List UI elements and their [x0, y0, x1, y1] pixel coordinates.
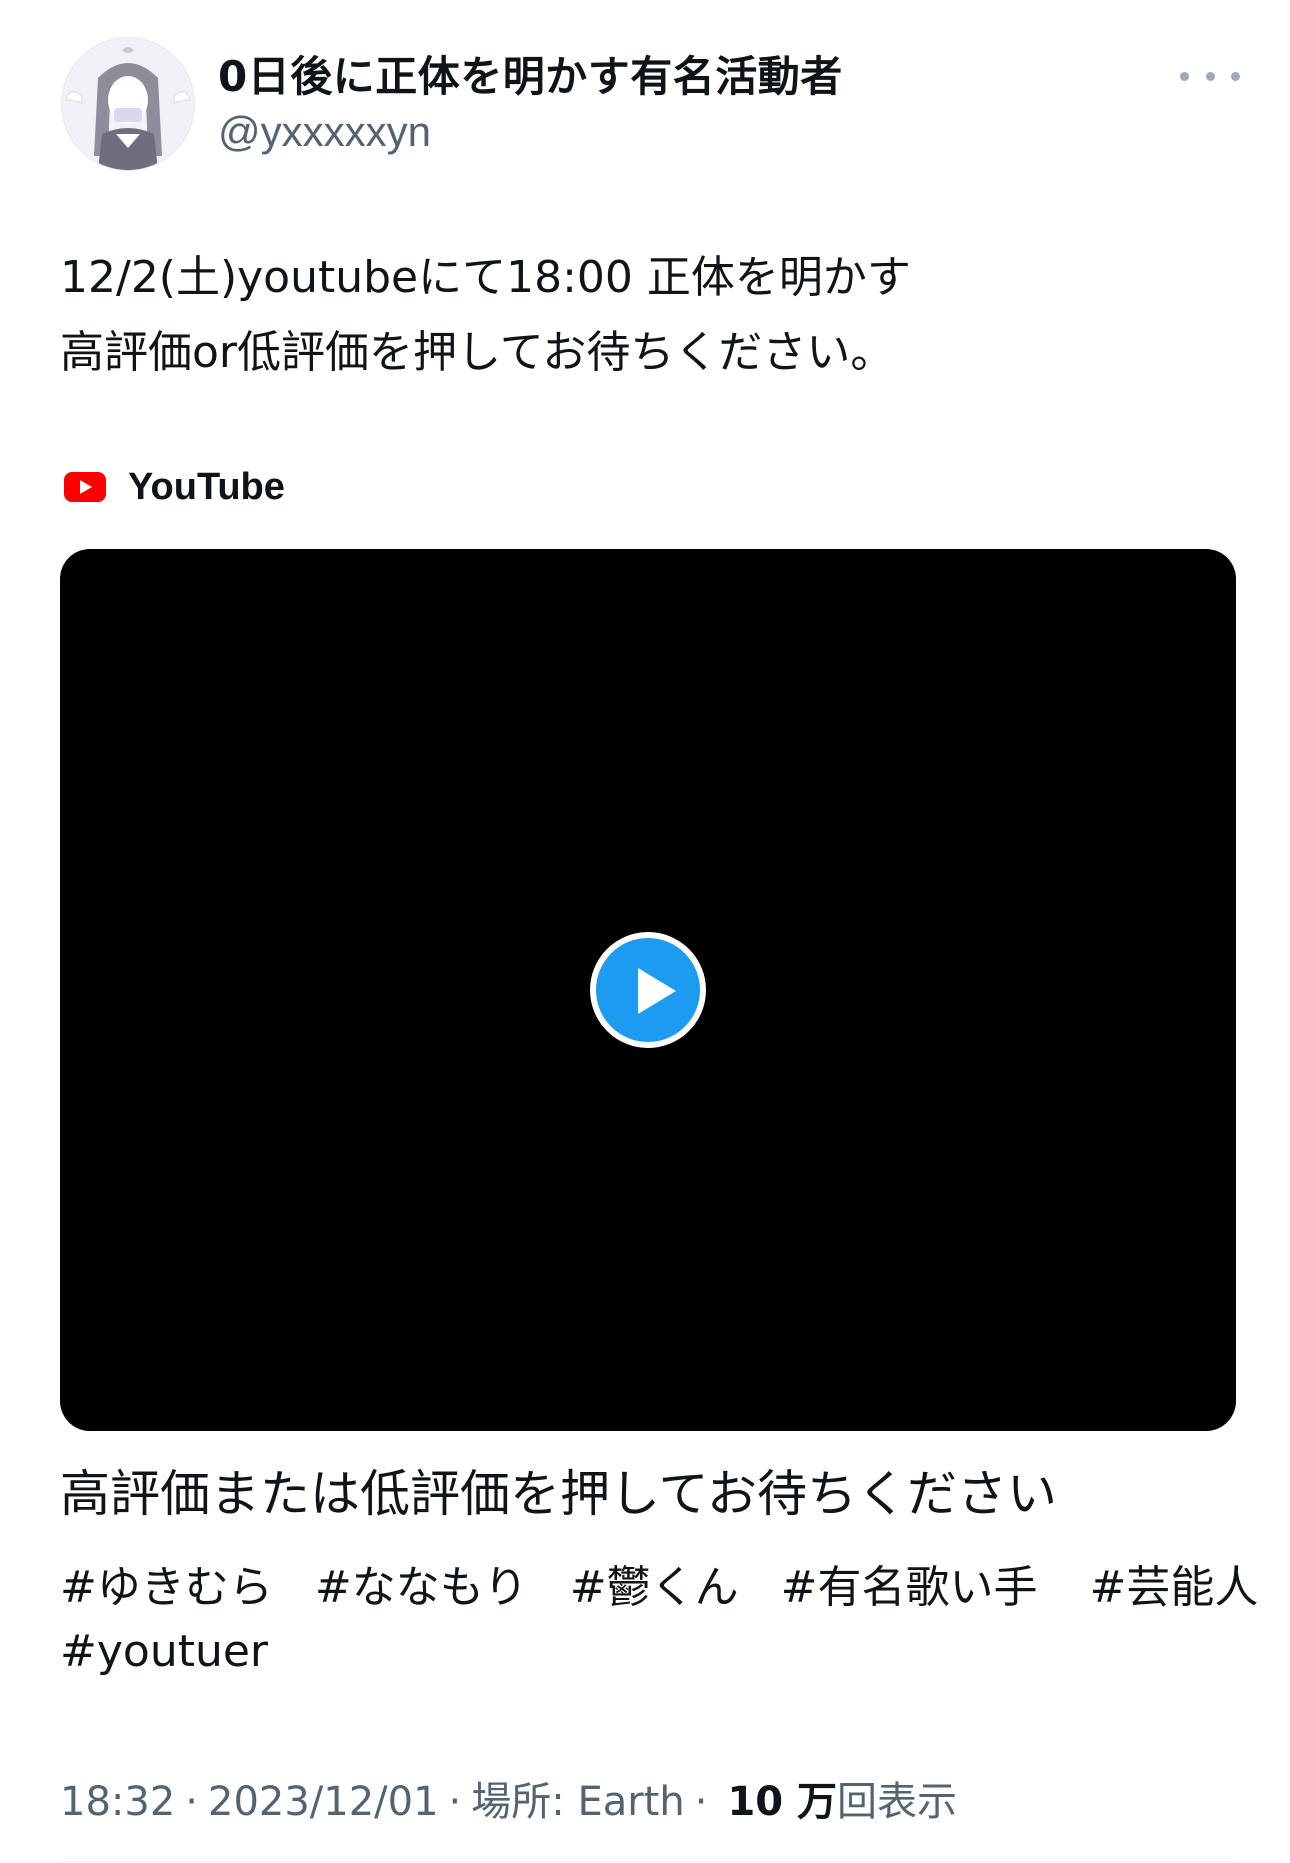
views-count: 10 万 [727, 1779, 838, 1825]
display-name[interactable]: 0日後に正体を明かす有名活動者 [218, 49, 843, 105]
hashtag-link[interactable]: #鬱くん [570, 1556, 739, 1620]
tweet-text-line: 12/2(土)youtubeにて18:00 正体を明かす [60, 252, 911, 303]
card-source[interactable]: YouTube [64, 463, 285, 511]
hashtag-row: #youtuer [60, 1620, 1258, 1684]
separator: · [448, 1779, 462, 1825]
tweet-text-line: 高評価or低評価を押してお待ちください。 [60, 327, 895, 378]
video-player[interactable] [60, 549, 1236, 1431]
tweet-time[interactable]: 18:32 [60, 1770, 175, 1834]
views-label: 回表示 [837, 1779, 958, 1825]
hashtag-list: #ゆきむら #ななもり #鬱くん #有名歌い手 #芸能人 #youtuer [60, 1556, 1258, 1684]
tweet-location: 場所: Earth [471, 1779, 685, 1825]
tweet-date[interactable]: 2023/12/01 [208, 1770, 439, 1834]
more-horizontal-icon [1180, 71, 1189, 81]
more-options-button[interactable] [1180, 56, 1240, 96]
author-avatar[interactable] [61, 37, 195, 171]
tweet-meta: 18:32 · 2023/12/01 · 場所: Earth · 10 万 回表… [60, 1770, 957, 1834]
hashtag-row: #ゆきむら #ななもり #鬱くん #有名歌い手 #芸能人 [60, 1556, 1258, 1620]
divider [60, 1861, 1236, 1862]
hashtag-link[interactable]: #有名歌い手 [781, 1556, 1038, 1620]
play-icon[interactable] [590, 932, 706, 1048]
separator: · [694, 1779, 708, 1825]
separator: · [185, 1779, 198, 1825]
anime-girl-avatar-icon [62, 38, 194, 170]
hashtag-link[interactable]: #ゆきむら [60, 1556, 273, 1620]
hashtag-link[interactable]: #youtuer [60, 1620, 268, 1684]
hashtag-link[interactable]: #芸能人 [1090, 1556, 1259, 1620]
card-source-label: YouTube [128, 465, 285, 508]
video-caption[interactable]: 高評価または低評価を押してお待ちください [60, 1462, 1057, 1526]
youtube-icon [64, 472, 106, 502]
user-handle[interactable]: @yxxxxxyn [218, 104, 431, 160]
hashtag-link[interactable]: #ななもり [315, 1556, 528, 1620]
